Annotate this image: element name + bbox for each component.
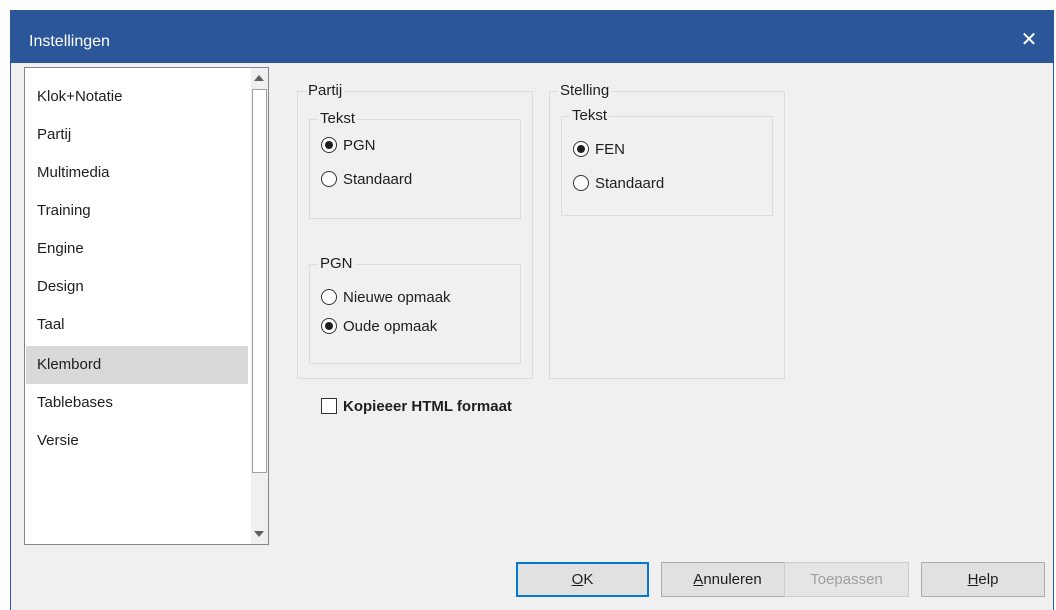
checkbox[interactable] bbox=[321, 398, 337, 414]
radio-label: Oude opmaak bbox=[343, 318, 438, 335]
cancel-label-rest: nnuleren bbox=[703, 571, 762, 588]
partij-tekst-group: Tekst PGN Standaard bbox=[309, 110, 521, 219]
stelling-group: Stelling Tekst FEN Standaard bbox=[549, 82, 785, 379]
radio-label: PGN bbox=[343, 137, 376, 154]
stelling-tekst-group: Tekst FEN Standaard bbox=[561, 107, 773, 216]
radio-button[interactable] bbox=[321, 318, 337, 334]
ok-button[interactable]: OK bbox=[516, 562, 649, 597]
sidebar-item-partij[interactable]: Partij bbox=[26, 116, 248, 154]
sidebar-item-taal[interactable]: Taal bbox=[26, 306, 248, 344]
help-mnemonic: H bbox=[967, 571, 979, 588]
sidebar-item-design[interactable]: Design bbox=[26, 268, 248, 306]
chevron-down-icon bbox=[254, 531, 264, 537]
radio-button[interactable] bbox=[321, 171, 337, 187]
sidebar-item-tablebases[interactable]: Tablebases bbox=[26, 384, 248, 422]
cancel-button[interactable]: Annuleren bbox=[661, 562, 794, 597]
apply-button[interactable]: Toepassen bbox=[784, 562, 909, 597]
scroll-down-button[interactable] bbox=[251, 524, 268, 544]
sidebar-item-training[interactable]: Training bbox=[26, 192, 248, 230]
sidebar-item-engine[interactable]: Engine bbox=[26, 230, 248, 268]
sidebar-item-klok-notatie[interactable]: Klok+Notatie bbox=[26, 78, 248, 116]
radio-button[interactable] bbox=[321, 289, 337, 305]
dialog-button-bar: OK Annuleren Toepassen Help bbox=[11, 550, 1053, 610]
radio-label: Standaard bbox=[343, 171, 413, 188]
partij-pgn-group: PGN Nieuwe opmaak Oude opmaak bbox=[309, 255, 521, 364]
radio-label: Nieuwe opmaak bbox=[343, 289, 451, 306]
radio-selected-dot bbox=[325, 141, 333, 149]
partij-tekst-label: Tekst bbox=[318, 110, 358, 128]
radio-label: FEN bbox=[595, 141, 625, 158]
radio-button[interactable] bbox=[321, 137, 337, 153]
dialog-title: Instellingen bbox=[29, 33, 110, 50]
cancel-mnemonic: A bbox=[693, 571, 704, 588]
settings-category-list: Klok+Notatie Partij Multimedia Training … bbox=[24, 67, 269, 545]
chevron-up-icon bbox=[254, 75, 264, 81]
list-scrollbar[interactable] bbox=[251, 68, 268, 544]
close-icon[interactable]: ✕ bbox=[1013, 25, 1045, 55]
checkbox-label: Kopieeer HTML formaat bbox=[343, 398, 512, 415]
help-label-rest: elp bbox=[978, 571, 999, 588]
scrollbar-thumb[interactable] bbox=[252, 89, 267, 473]
help-button[interactable]: Help bbox=[921, 562, 1045, 597]
radio-label: Standaard bbox=[595, 175, 665, 192]
radio-button[interactable] bbox=[573, 175, 589, 191]
sidebar-item-klembord[interactable]: Klembord bbox=[26, 346, 248, 384]
partij-group: Partij Tekst PGN Standaard PGN Nieuwe op… bbox=[297, 82, 533, 379]
stelling-tekst-label: Tekst bbox=[570, 107, 610, 125]
sidebar-item-versie[interactable]: Versie bbox=[26, 422, 248, 460]
ok-mnemonic: O bbox=[571, 571, 584, 588]
title-bar[interactable]: Instellingen ✕ bbox=[11, 11, 1053, 63]
radio-selected-dot bbox=[325, 322, 333, 330]
sidebar-item-multimedia[interactable]: Multimedia bbox=[26, 154, 248, 192]
scroll-up-button[interactable] bbox=[251, 68, 268, 88]
partij-group-label: Partij bbox=[306, 82, 345, 100]
radio-selected-dot bbox=[577, 145, 585, 153]
ok-label-rest: K bbox=[583, 571, 594, 588]
radio-button[interactable] bbox=[573, 141, 589, 157]
settings-dialog: Instellingen ✕ Klok+Notatie Partij Multi… bbox=[10, 10, 1054, 610]
stelling-group-label: Stelling bbox=[558, 82, 612, 100]
partij-pgn-label: PGN bbox=[318, 255, 355, 273]
